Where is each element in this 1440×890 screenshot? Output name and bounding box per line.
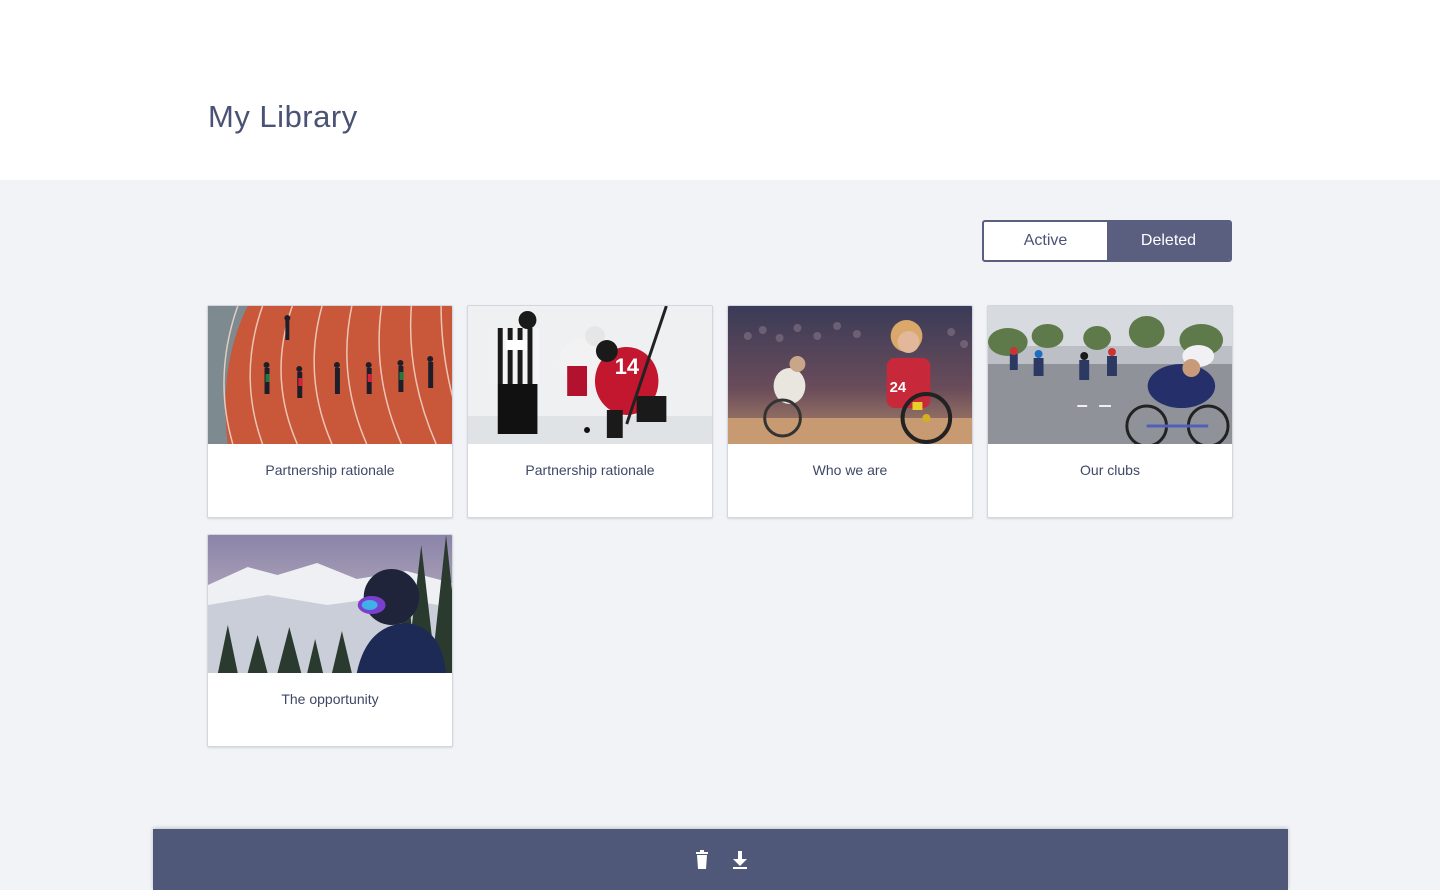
page-title: My Library bbox=[208, 99, 358, 134]
library-card[interactable]: Partnership rationale bbox=[207, 305, 453, 518]
download-icon bbox=[732, 850, 747, 869]
card-title: Our clubs bbox=[1080, 462, 1140, 478]
ice-hockey-image: 14 bbox=[468, 306, 712, 444]
card-title: Partnership rationale bbox=[525, 462, 655, 478]
status-filter-toggle: Active Deleted bbox=[982, 220, 1232, 262]
page-header: My Library bbox=[0, 0, 1440, 180]
wheelchair-sport-image: 24 bbox=[728, 306, 972, 444]
cyclists-image bbox=[988, 306, 1232, 444]
svg-text:14: 14 bbox=[615, 354, 640, 379]
bulk-action-bar bbox=[153, 829, 1288, 890]
snow-mountain-image bbox=[208, 535, 452, 673]
delete-button[interactable] bbox=[694, 849, 710, 871]
running-track-image bbox=[208, 306, 452, 444]
download-button[interactable] bbox=[732, 849, 748, 871]
card-title: Partnership rationale bbox=[265, 462, 395, 478]
filter-deleted-button[interactable]: Deleted bbox=[1107, 222, 1230, 260]
trash-icon bbox=[695, 849, 708, 869]
library-card[interactable]: 24 Who we are bbox=[727, 305, 973, 518]
library-card[interactable]: Our clubs bbox=[987, 305, 1233, 518]
filter-active-button[interactable]: Active bbox=[984, 222, 1107, 260]
library-card[interactable]: The opportunity bbox=[207, 534, 453, 747]
library-grid: Partnership rationale 14 Partnership rat… bbox=[207, 305, 1233, 747]
library-card[interactable]: 14 Partnership rationale bbox=[467, 305, 713, 518]
card-title: Who we are bbox=[812, 462, 888, 478]
card-title: The opportunity bbox=[281, 691, 379, 707]
svg-text:24: 24 bbox=[890, 379, 907, 396]
